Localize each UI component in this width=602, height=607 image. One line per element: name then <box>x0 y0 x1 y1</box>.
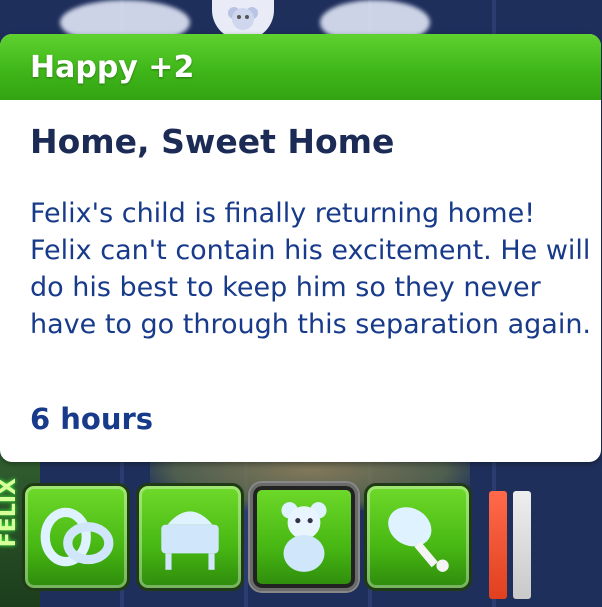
mood-level-gray <box>513 491 531 599</box>
drumstick-icon <box>388 507 449 572</box>
moodlet-teddy-bear[interactable] <box>250 483 358 591</box>
side-label: FELIX <box>0 478 21 548</box>
moodlet-bar <box>22 483 472 607</box>
moodlet-tooltip: Happy +2 Home, Sweet Home Felix's child … <box>0 34 601 462</box>
moodlet-duration: 6 hours <box>30 402 154 436</box>
moodlet-rings[interactable] <box>22 483 130 591</box>
moodlet-title: Home, Sweet Home <box>30 122 395 161</box>
mood-header: Happy +2 <box>0 34 601 100</box>
teddy-bear-icon <box>281 502 327 572</box>
tooltip-pointer <box>301 426 331 444</box>
moodlet-crib[interactable] <box>136 483 244 591</box>
rings-icon <box>40 507 114 567</box>
mood-header-label: Happy +2 <box>30 49 195 85</box>
crib-icon <box>161 511 219 570</box>
mood-level-bars <box>489 491 531 599</box>
mood-level-red <box>489 491 507 599</box>
moodlet-description: Felix's child is finally returning home!… <box>30 198 592 340</box>
moodlet-drumstick[interactable] <box>364 483 472 591</box>
